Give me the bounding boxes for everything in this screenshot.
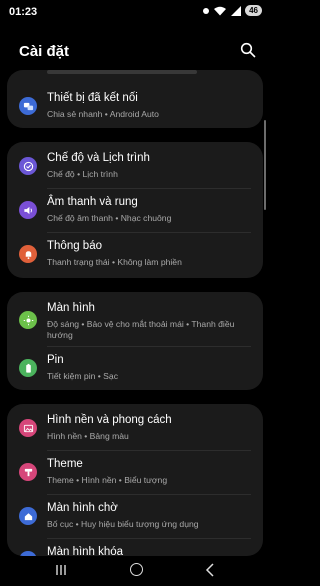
item-sublabel: Bố cục • Huy hiệu biểu tượng ứng dụng [47, 519, 199, 529]
settings-card-wallpaper-theme: Hình nền và phong cách Hình nền • Bảng m… [7, 404, 263, 556]
item-label: Màn hình [47, 302, 95, 314]
clipped-previous-row [47, 70, 197, 74]
settings-item-sound-vibration[interactable]: Âm thanh và rung Chế độ âm thanh • Nhạc … [7, 188, 263, 232]
item-sublabel: Tiết kiệm pin • Sạc [47, 371, 118, 381]
back-icon[interactable] [205, 563, 215, 577]
battery-icon [19, 359, 37, 377]
search-icon[interactable] [240, 42, 256, 58]
settings-item-notifications[interactable]: Thông báo Thanh trạng thái • Không làm p… [7, 232, 263, 276]
image-icon [19, 419, 37, 437]
speaker-icon [19, 201, 37, 219]
item-sublabel: Chế độ • Lịch trình [47, 169, 118, 179]
item-label: Màn hình chờ [47, 502, 118, 514]
settings-card-display-battery: Màn hình Độ sáng • Bảo vệ cho mắt thoải … [7, 292, 263, 390]
item-sublabel: Thanh trạng thái • Không làm phiền [47, 257, 182, 267]
settings-item-modes-routines[interactable]: Chế độ và Lịch trình Chế độ • Lịch trình [7, 144, 263, 188]
item-label: Âm thanh và rung [47, 196, 138, 208]
item-label: Thông báo [47, 240, 102, 252]
item-label: Pin [47, 354, 64, 366]
item-sublabel: Độ sáng • Bảo vệ cho mắt thoải mái • Tha… [47, 319, 235, 340]
item-label: Chế độ và Lịch trình [47, 152, 150, 164]
link-devices-icon [19, 97, 37, 115]
settings-item-home-screen[interactable]: Màn hình chờ Bố cục • Huy hiệu biểu tượn… [7, 494, 263, 538]
sun-icon [19, 311, 37, 329]
theme-icon [19, 463, 37, 481]
page-title: Cài đặt [19, 43, 70, 60]
settings-item-lock-screen[interactable]: Màn hình khóa [7, 538, 263, 556]
item-sublabel: Theme • Hình nền • Biểu tượng [47, 475, 168, 485]
bell-icon [19, 245, 37, 263]
item-sublabel: Hình nền • Bảng màu [47, 431, 129, 441]
signal-icon [231, 5, 242, 16]
item-sublabel: Chia sẻ nhanh • Android Auto [47, 109, 159, 119]
status-time: 01:23 [9, 6, 38, 18]
settings-item-theme[interactable]: Theme Theme • Hình nền • Biểu tượng [7, 450, 263, 494]
battery-level: 46 [245, 5, 262, 16]
wifi-icon [214, 6, 227, 15]
settings-header: Cài đặt [0, 36, 270, 64]
item-label: Hình nền và phong cách [47, 414, 172, 426]
home-button-icon[interactable] [130, 563, 143, 576]
navigation-bar [0, 556, 270, 586]
status-icons: 46 [203, 5, 262, 16]
settings-item-display[interactable]: Màn hình Độ sáng • Bảo vệ cho mắt thoải … [7, 294, 263, 346]
recent-apps-icon[interactable] [55, 564, 67, 576]
settings-item-connected-devices[interactable]: Thiết bị đã kết nối Chia sẻ nhanh • Andr… [7, 84, 263, 128]
settings-item-wallpaper-style[interactable]: Hình nền và phong cách Hình nền • Bảng m… [7, 406, 263, 450]
item-label: Thiết bị đã kết nối [47, 92, 138, 104]
home-icon [19, 507, 37, 525]
check-circle-icon [19, 157, 37, 175]
item-sublabel: Chế độ âm thanh • Nhạc chuông [47, 213, 172, 223]
settings-card-connections: Thiết bị đã kết nối Chia sẻ nhanh • Andr… [7, 70, 263, 128]
notification-dot-icon [203, 7, 210, 14]
item-label: Màn hình khóa [47, 546, 124, 556]
status-bar: 01:23 46 [0, 0, 270, 26]
item-label: Theme [47, 458, 83, 470]
settings-card-modes-sound: Chế độ và Lịch trình Chế độ • Lịch trình… [7, 142, 263, 278]
scrollbar[interactable] [264, 120, 266, 210]
settings-item-battery[interactable]: Pin Tiết kiệm pin • Sạc [7, 346, 263, 390]
